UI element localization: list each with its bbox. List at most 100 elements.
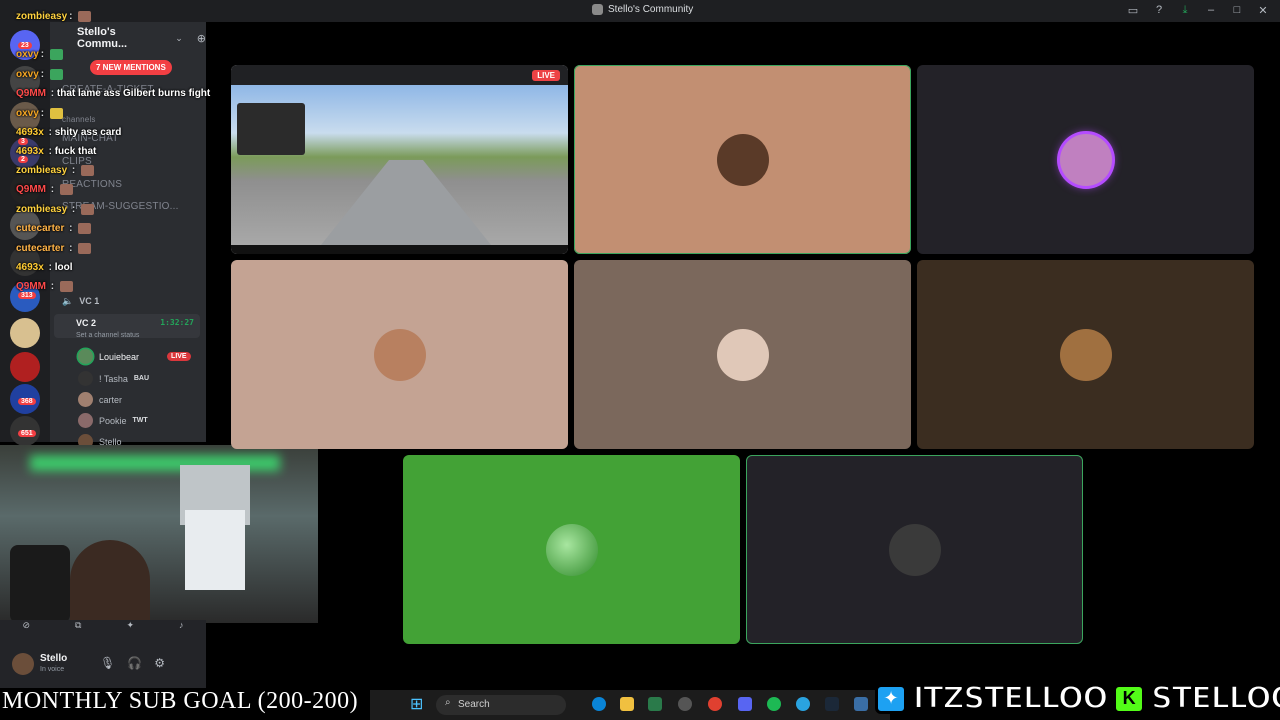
channel-status[interactable]: Set a channel status <box>76 332 139 339</box>
activity-icon[interactable]: ✦ <box>126 620 134 634</box>
kick-handle: STELLOOO <box>1150 680 1280 717</box>
member-tag: TWT <box>132 417 148 424</box>
video-off-icon[interactable]: ⊘ <box>22 620 30 634</box>
add-member-icon[interactable]: ⊕ <box>197 32 206 45</box>
chat-user: zombieasy <box>16 165 68 177</box>
maximize-button[interactable]: □ <box>1230 3 1244 17</box>
member-name: Louiebear <box>99 351 140 362</box>
emote-icon <box>49 108 63 119</box>
inbox-icon[interactable]: ▭ <box>1126 3 1140 17</box>
help-icon[interactable]: ? <box>1152 3 1166 17</box>
avatar <box>78 349 93 364</box>
chat-user: Q9MM <box>16 88 46 99</box>
spotify-icon[interactable] <box>767 697 781 711</box>
chat-message: Q9MM : <box>16 281 73 292</box>
emote-icon <box>59 281 73 292</box>
participant-tile[interactable] <box>917 65 1254 254</box>
settings-icon[interactable]: ⚙ <box>154 656 165 670</box>
twitter-handle: ITZSTELLOO <box>912 680 1109 717</box>
participant-tile[interactable] <box>917 260 1254 449</box>
member-name: carter <box>99 394 123 405</box>
discord-icon[interactable] <box>738 697 752 711</box>
participant-tile[interactable] <box>574 260 911 449</box>
download-icon[interactable]: ⤓ <box>1178 3 1192 17</box>
headphones-icon[interactable]: 🎧 <box>127 656 142 670</box>
discord-icon <box>592 4 603 15</box>
microphone-icon[interactable]: 🎙 <box>100 656 115 670</box>
browser-toolbar <box>231 65 568 85</box>
avatar <box>78 413 93 428</box>
avatar <box>78 371 93 386</box>
search-icon: ⌕ <box>445 697 451 708</box>
edge-icon[interactable] <box>592 697 606 711</box>
server-badge: 3 <box>18 138 28 145</box>
emote-icon <box>81 165 95 176</box>
chat-user: zombieasy <box>16 11 68 23</box>
screenshare-tile[interactable]: LIVE <box>231 65 568 254</box>
avatar <box>545 523 598 576</box>
chat-user: Q9MM <box>16 281 46 293</box>
webcam-feed <box>0 445 318 623</box>
server-header[interactable]: Stello's Commu... ⌄ ⊕ <box>50 26 206 50</box>
chat-text: lool <box>54 262 73 273</box>
twitter-icon: ✦ <box>875 683 907 714</box>
voice-channel-vc1[interactable]: 🔈 VC 1 <box>62 296 99 307</box>
close-button[interactable]: ✕ <box>1256 3 1270 17</box>
map-panel <box>237 103 305 155</box>
voice-member[interactable]: Pookie TWT <box>78 413 148 428</box>
steam-icon[interactable] <box>825 697 839 711</box>
vc1-label: VC 1 <box>79 296 100 306</box>
chat-user: zombieasy <box>16 204 68 216</box>
avatar <box>1059 133 1112 186</box>
minimize-button[interactable]: – <box>1204 3 1218 17</box>
app-icon[interactable] <box>678 697 692 711</box>
chat-message: oxvy: <box>16 49 63 60</box>
server-icon[interactable] <box>10 352 40 382</box>
streamer <box>70 540 150 623</box>
app-icon[interactable] <box>854 697 868 711</box>
voice-member[interactable]: ! Tasha BAU <box>78 371 149 386</box>
participant-tile[interactable] <box>746 455 1083 644</box>
taskbar-search[interactable]: Search <box>436 695 566 715</box>
telegram-icon[interactable] <box>796 697 810 711</box>
chevron-down-icon: ⌄ <box>175 32 183 43</box>
chat-message: oxvy: <box>16 108 63 119</box>
server-icon[interactable] <box>10 318 40 348</box>
soundboard-icon[interactable]: ♪ <box>179 620 184 634</box>
window-controls: ▭ ? ⤓ – □ ✕ <box>1126 3 1270 17</box>
category-channels[interactable]: channels <box>62 115 96 124</box>
chat-user: Q9MM <box>16 184 46 196</box>
member-name: Pookie <box>99 415 127 426</box>
new-mentions-pill[interactable]: 7 NEW MENTIONS <box>90 60 172 75</box>
participant-tile[interactable] <box>231 260 568 449</box>
chat-text: fuck that <box>54 146 97 157</box>
chat-message: oxvy: <box>16 69 63 80</box>
chat-message: Q9MM : that lame ass Gilbert burns fight <box>16 88 211 99</box>
window-title: Stello's Community <box>592 4 693 15</box>
vc2-timer: 1:32:27 <box>160 318 194 327</box>
search-label: Search <box>458 699 490 710</box>
file-explorer-icon[interactable] <box>620 697 634 711</box>
windows-start-icon[interactable]: ⊞ <box>410 694 423 714</box>
voice-member[interactable]: Louiebear LIVE <box>78 349 191 364</box>
speaker-icon: 🔈 <box>62 296 74 306</box>
chat-message: Q9MM : <box>16 184 73 195</box>
avatar[interactable] <box>12 653 34 675</box>
voice-member[interactable]: carter <box>78 392 122 407</box>
user-status: In voice <box>40 666 65 673</box>
avatar <box>716 328 769 381</box>
participant-tile[interactable] <box>403 455 740 644</box>
sub-goal-text: MONTHLY SUB GOAL (200-200) <box>2 688 359 714</box>
chat-user: oxvy <box>16 69 39 81</box>
avatar <box>716 133 769 186</box>
participant-tile[interactable] <box>574 65 911 254</box>
vc2-label: VC 2 <box>76 318 97 328</box>
chrome-icon[interactable] <box>708 697 722 711</box>
shared-taskbar <box>231 245 568 254</box>
chat-text: shity ass card <box>54 127 122 138</box>
room-board <box>185 510 245 590</box>
window-title-text: Stello's Community <box>608 4 694 15</box>
app-icon[interactable] <box>648 697 662 711</box>
screen-share-icon[interactable]: ⧉ <box>75 620 81 634</box>
gaming-chair <box>10 545 70 623</box>
